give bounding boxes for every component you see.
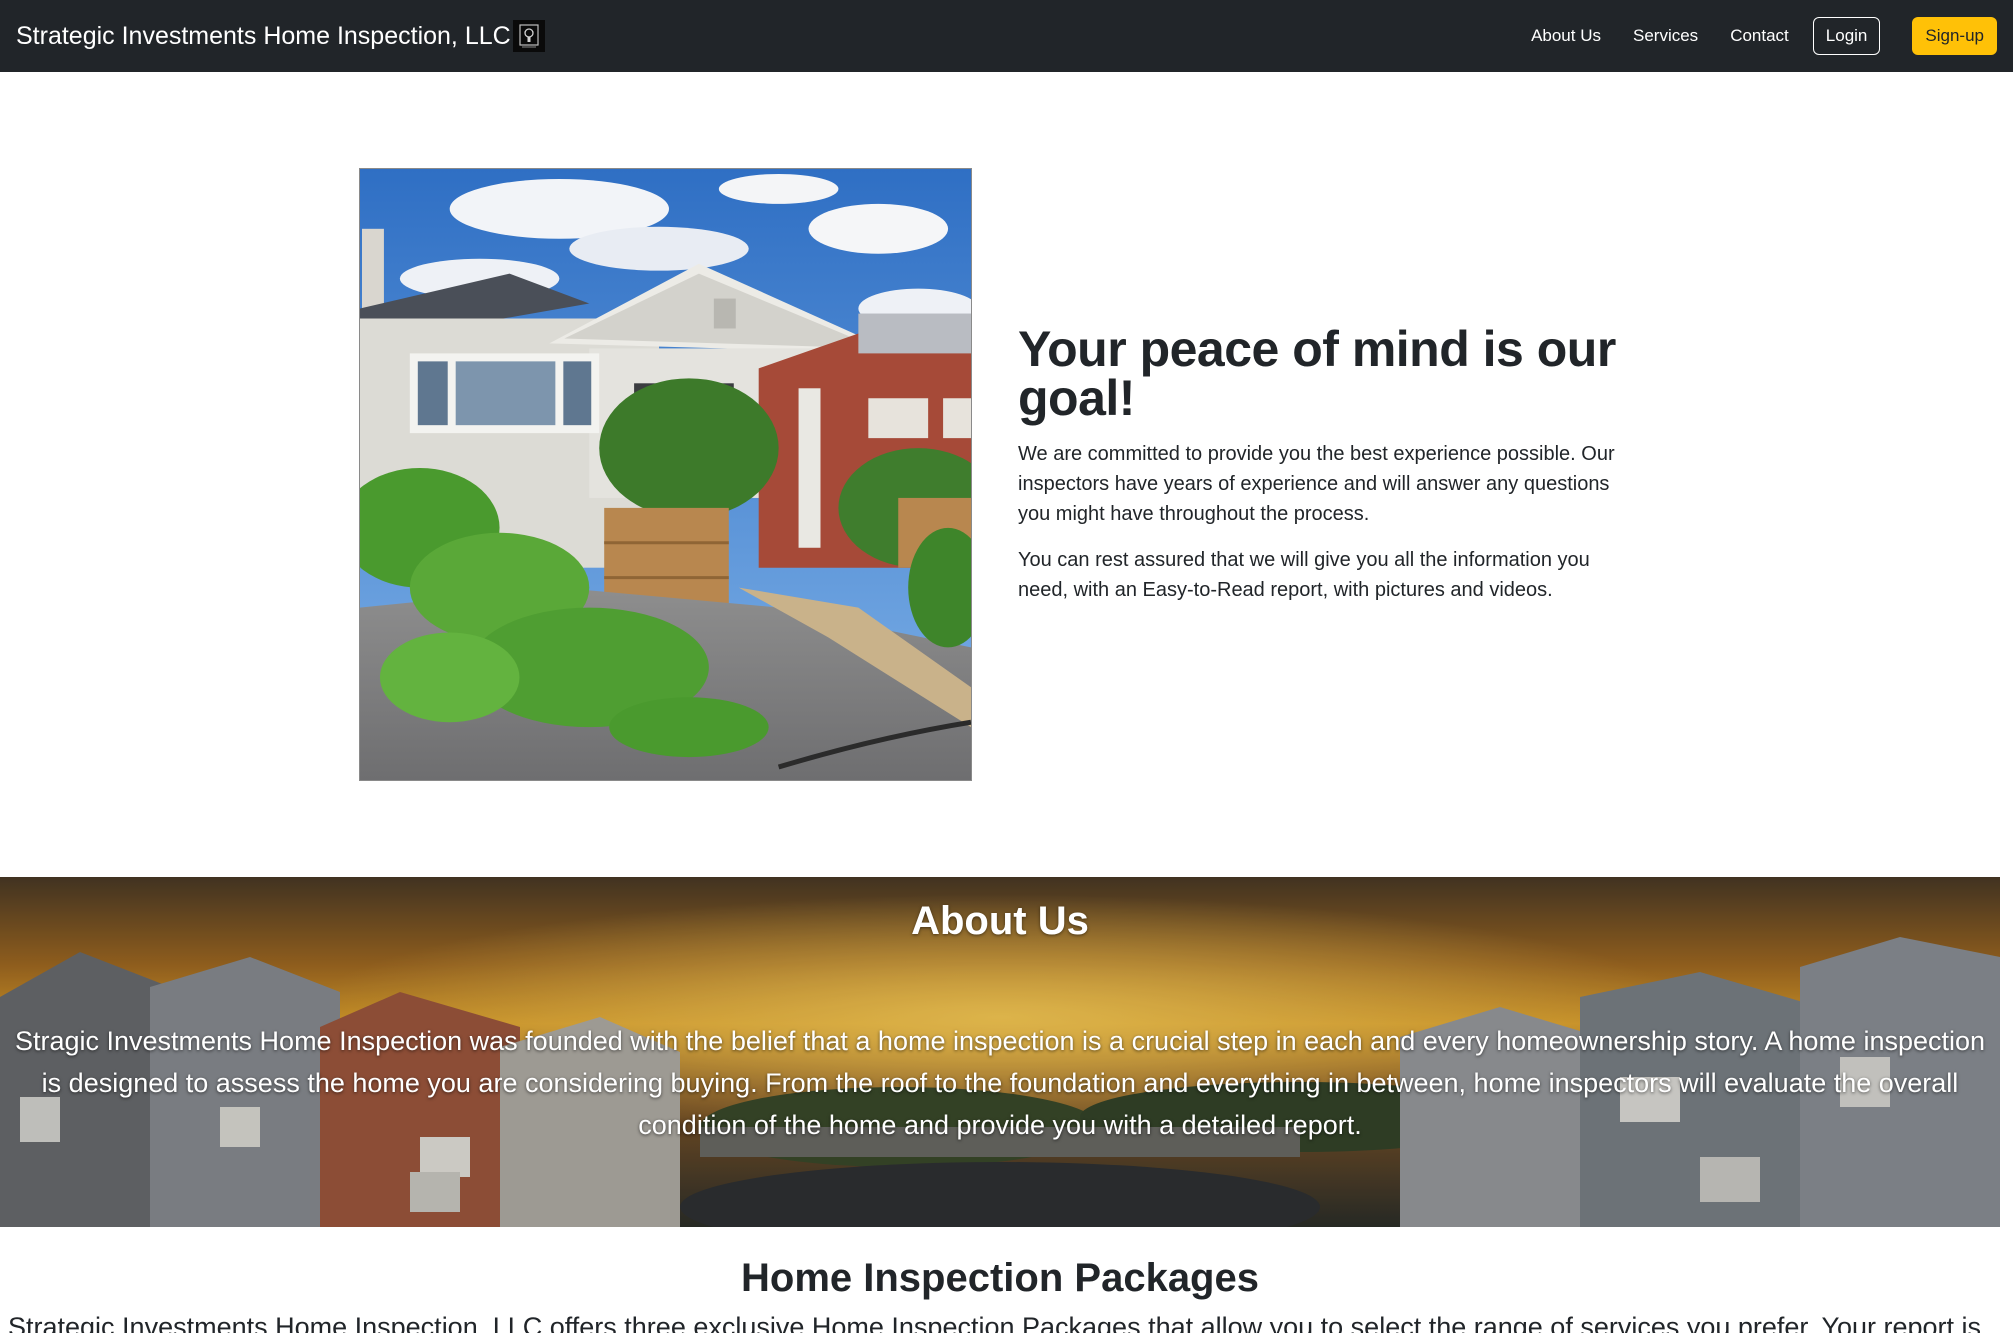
about-us-title: About Us: [911, 899, 1089, 943]
hero-text-block: Your peace of mind is our goal! We are c…: [1018, 321, 1638, 605]
hero-paragraph-1: We are committed to provide you the best…: [1018, 443, 1615, 525]
packages-title: Home Inspection Packages: [741, 1256, 1259, 1300]
about-us-section: About Us Stragic Investments Home Inspec…: [0, 877, 2000, 1227]
hero-paragraph-2: You can rest assured that we will give y…: [1018, 549, 1590, 601]
nav-link-about[interactable]: About Us: [1531, 26, 1601, 46]
brand-name: Strategic Investments Home Inspection, L…: [16, 21, 511, 50]
brand-link[interactable]: Strategic Investments Home Inspection, L…: [16, 20, 545, 52]
brand-logo-icon: [512, 20, 545, 52]
signup-button[interactable]: Sign-up: [1912, 17, 1997, 55]
about-us-text: Stragic Investments Home Inspection was …: [14, 1026, 1986, 1140]
packages-intro-text: Strategic Investments Home Inspection, L…: [8, 1312, 1982, 1333]
nav-menu: About Us Services Contact Login Sign-up: [1531, 17, 1997, 55]
hero-house-image: [359, 168, 972, 781]
hero-title: Your peace of mind is our goal!: [1018, 321, 1616, 426]
nav-link-services[interactable]: Services: [1633, 26, 1698, 46]
login-button[interactable]: Login: [1812, 17, 1881, 55]
top-navbar: Strategic Investments Home Inspection, L…: [0, 0, 2013, 72]
nav-link-contact[interactable]: Contact: [1730, 26, 1789, 46]
